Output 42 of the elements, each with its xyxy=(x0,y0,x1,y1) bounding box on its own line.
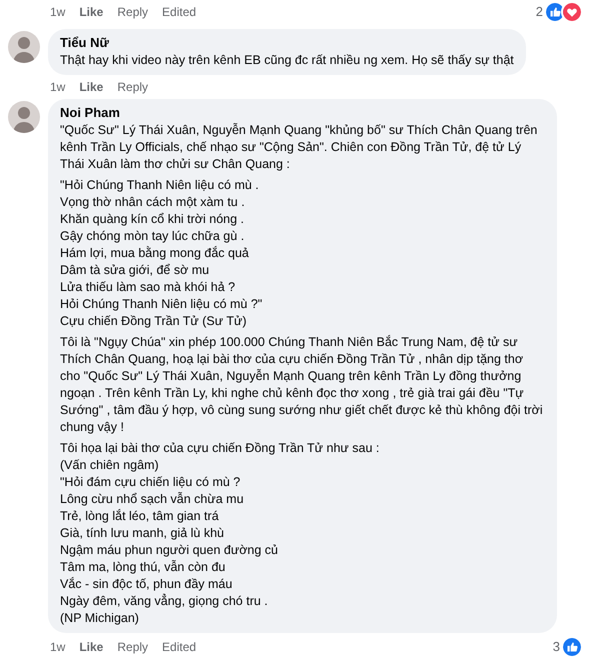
avatar xyxy=(8,31,40,63)
comment-text: Vắc - sin độc tố, phun đầy máu xyxy=(60,576,234,593)
comment-text: "Hỏi Chúng Thanh Niên liệu có mù . xyxy=(60,177,260,194)
comment-text: (Vấn chiên ngâm) xyxy=(60,457,160,474)
comment-text: Trẻ, lòng lắt léo, tâm gian trá xyxy=(60,508,220,525)
comment-text: Ngày đêm, văng vẳng, giọng chó tru . xyxy=(60,593,269,610)
comment-text: Tôi là "Ngụy Chúa" xin phép 100.000 Chúng Thanh Niên Bắc Trung Nam, đệ tử sư Thích Chân Quang, hoạ lại bài thơ của cựu chiến Đồng Trần Tử , nhân dịp tặng thơ cho "Quốc Sư" Lý Thái Xuân, Nguyễn Mạnh Quang trên kênh Trần Ly đồng thưởng ngoạn . Trên kênh Trần Ly, khi nghe chủ kênh đọc thơ xong , trẻ già trai gái đều "Tự Sướng" , tâm đầu ý hợp, vô cùng sung sướng như giết chết được kẻ thù không đội trời chung vậy ! xyxy=(60,334,544,436)
comment-text: Thật hay khi video này trên kênh EB cũng đc rất nhiều ng xem. Họ sẽ thấy sự thật xyxy=(60,52,514,69)
heart-reaction-icon xyxy=(561,1,583,23)
edited-label: Edited xyxy=(162,4,196,21)
comment-text: Vọng thờ nhân cách một xàm tu . xyxy=(60,194,246,211)
like-link[interactable]: Like xyxy=(79,638,104,656)
like-link[interactable]: Like xyxy=(79,78,104,96)
comment-text: "Quốc Sư" Lý Thái Xuân, Nguyễn Mạnh Quang "khủng bố" sư Thích Chân Quang trên kênh Trần Ly Officials, chế nhạo sư "Cộng Sản". Chiên con Đồng Trần Tử, đệ tử Lý Thái Xuân làm thơ chửi sư Chân Quang : xyxy=(60,122,538,173)
comment-text: Tâm ma, lòng thú, vẫn còn đu xyxy=(60,559,226,576)
reaction-count: 3 xyxy=(552,638,560,656)
comment-text: Ngậm máu phun người quen đường củ xyxy=(60,542,279,559)
edited-label: Edited xyxy=(162,639,196,656)
reply-link[interactable]: Reply xyxy=(117,3,148,21)
comment-text: "Hỏi đám cựu chiến liệu có mù ? xyxy=(60,474,242,491)
comment-time: 1w xyxy=(50,79,66,96)
comment-text: Già, tính lưu manh, giả lù khù xyxy=(60,525,226,542)
comment-text: (NP Michigan) xyxy=(60,610,140,627)
author-name: Noi Pham xyxy=(60,104,121,122)
avatar xyxy=(8,101,40,133)
comment-text: Khăn quàng kín cổ khi trời nóng . xyxy=(60,211,246,228)
comment-text: Hỏi Chúng Thanh Niên liệu có mù ?" xyxy=(60,296,264,313)
reaction-count: 2 xyxy=(536,3,543,22)
comment-text: Gậy chóng mòn tay lúc chữa gù . xyxy=(60,228,246,245)
comment-text: Dâm tà sửa giới, để sờ mu xyxy=(60,262,210,279)
comment-text: Hám lợi, mua bằng mong đắc quả xyxy=(60,245,250,262)
comment-time: 1w xyxy=(50,639,66,656)
reply-link[interactable]: Reply xyxy=(117,638,148,656)
like-reaction-icon xyxy=(561,636,583,658)
like-link[interactable]: Like xyxy=(79,3,104,21)
author-name: Tiểu Nữ xyxy=(60,34,110,52)
reply-link[interactable]: Reply xyxy=(117,78,148,96)
comment-time: 1w xyxy=(50,4,66,21)
comment-text: Lông cừu nhổ sạch vẫn chừa mu xyxy=(60,491,245,508)
comment-text: Cựu chiến Đồng Trần Tử (Sư Tử) xyxy=(60,313,248,330)
comment-text: Lửa thiếu làm sao mà khói hả ? xyxy=(60,279,236,296)
comment-text: Tôi họa lại bài thơ của cựu chiến Đồng Trần Tử như sau : xyxy=(60,440,380,457)
